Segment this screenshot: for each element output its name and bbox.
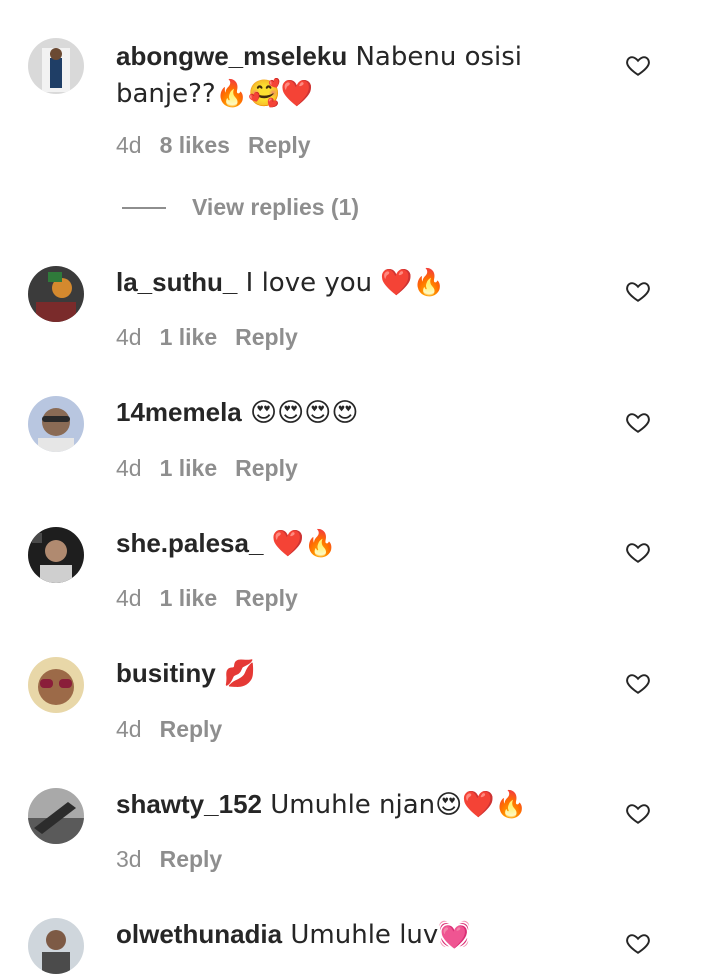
comment-text: 14memela 😍😍😍😍 xyxy=(116,394,586,431)
heart-outline-icon[interactable] xyxy=(625,930,651,956)
view-replies-label: View replies (1) xyxy=(192,194,360,220)
comment-likes[interactable]: 1 like xyxy=(160,455,218,481)
comment-username[interactable]: 14memela xyxy=(116,397,242,427)
comment-meta: 4d Reply xyxy=(116,716,240,743)
avatar[interactable] xyxy=(28,38,84,94)
avatar[interactable] xyxy=(28,527,84,583)
comment-text: she.palesa_ ❤️🔥 xyxy=(116,525,586,562)
heart-outline-icon[interactable] xyxy=(625,409,651,435)
comment-body: 💋 xyxy=(215,659,257,689)
heart-outline-icon[interactable] xyxy=(625,278,651,304)
comment-text: abongwe_mseleku Nabenu osisi banje??🔥🥰❤️ xyxy=(116,38,586,112)
reply-button[interactable]: Reply xyxy=(160,716,223,742)
comment-username[interactable]: she.palesa_ xyxy=(116,528,263,558)
comment-body: I love you ❤️🔥 xyxy=(237,268,446,298)
comment-body: ❤️🔥 xyxy=(263,529,337,559)
comment-username[interactable]: busitiny xyxy=(116,658,216,688)
comment-age: 3d xyxy=(116,846,142,872)
comment-username[interactable]: shawty_152 xyxy=(116,789,262,819)
comment-username[interactable]: abongwe_mseleku xyxy=(116,41,347,71)
reply-button[interactable]: Reply xyxy=(160,846,223,872)
comment-username[interactable]: la_suthu_ xyxy=(116,267,237,297)
comment-text: shawty_152 Umuhle njan😍❤️🔥 xyxy=(116,786,586,823)
comment-text: olwethunadia Umuhle luv💓 xyxy=(116,916,586,953)
avatar[interactable] xyxy=(28,788,84,844)
heart-outline-icon[interactable] xyxy=(625,670,651,696)
heart-outline-icon[interactable] xyxy=(625,52,651,78)
divider-line xyxy=(122,206,166,209)
avatar[interactable] xyxy=(28,657,84,713)
view-replies-button[interactable]: View replies (1) xyxy=(122,194,359,221)
comment-likes[interactable]: 1 like xyxy=(160,585,218,611)
comment-likes[interactable]: 8 likes xyxy=(160,132,230,158)
avatar[interactable] xyxy=(28,396,84,452)
reply-button[interactable]: Reply xyxy=(248,132,311,158)
comment-text: la_suthu_ I love you ❤️🔥 xyxy=(116,264,586,301)
heart-outline-icon[interactable] xyxy=(625,800,651,826)
comment-age: 4d xyxy=(116,324,142,350)
comment-likes[interactable]: 1 like xyxy=(160,324,218,350)
comment-meta: 4d 8 likes Reply xyxy=(116,132,329,159)
comment-meta: 4d 1 like Reply xyxy=(116,585,316,612)
heart-outline-icon[interactable] xyxy=(625,539,651,565)
avatar[interactable] xyxy=(28,266,84,322)
comment-username[interactable]: olwethunadia xyxy=(116,919,282,949)
comment-meta: 4d 1 like Reply xyxy=(116,455,316,482)
comment-meta: 4d 1 like Reply xyxy=(116,324,316,351)
comment-age: 4d xyxy=(116,132,142,158)
comment-text: busitiny 💋 xyxy=(116,655,586,692)
comment-body: Umuhle njan😍❤️🔥 xyxy=(261,790,528,820)
reply-button[interactable]: Reply xyxy=(235,324,298,350)
comment-age: 4d xyxy=(116,585,142,611)
reply-button[interactable]: Reply xyxy=(235,585,298,611)
comment-age: 4d xyxy=(116,455,142,481)
comment-body: Umuhle luv💓 xyxy=(282,920,471,950)
comment-body: 😍😍😍😍 xyxy=(241,398,359,428)
comment-meta: 3d Reply xyxy=(116,846,240,873)
avatar[interactable] xyxy=(28,918,84,974)
comment-age: 4d xyxy=(116,716,142,742)
reply-button[interactable]: Reply xyxy=(235,455,298,481)
